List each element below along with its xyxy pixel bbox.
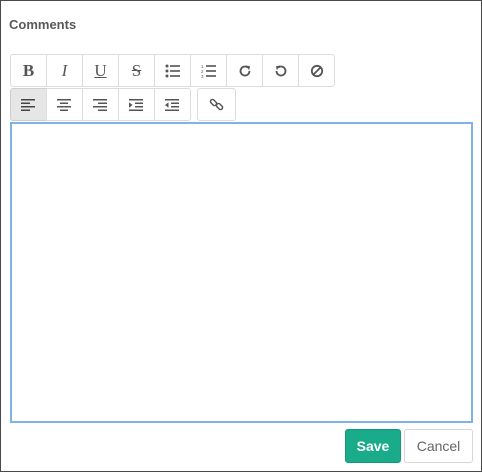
align-center-icon xyxy=(57,98,71,111)
outdent-button[interactable] xyxy=(154,88,191,121)
italic-icon: I xyxy=(61,61,68,80)
bullet-list-icon xyxy=(165,64,180,77)
outdent-icon xyxy=(165,98,179,111)
comment-editor[interactable] xyxy=(10,122,473,423)
numbered-list-icon: 1 2 3 xyxy=(201,64,216,78)
strikethrough-icon: S xyxy=(131,61,142,80)
redo-button[interactable] xyxy=(226,54,263,87)
undo-icon xyxy=(275,65,286,76)
save-button[interactable]: Save xyxy=(345,429,401,463)
bullet-list-button[interactable] xyxy=(154,54,191,87)
clear-format-button[interactable] xyxy=(298,54,335,87)
alignment-toolbar xyxy=(10,88,236,121)
link-icon xyxy=(209,98,224,111)
indent-button[interactable] xyxy=(118,88,155,121)
cancel-button[interactable]: Cancel xyxy=(404,429,473,463)
comments-panel: Comments B I U S 1 2 3 Save Cancel xyxy=(0,0,482,472)
numbered-list-button[interactable]: 1 2 3 xyxy=(190,54,227,87)
link-button[interactable] xyxy=(197,88,236,121)
align-center-button[interactable] xyxy=(46,88,83,121)
bold-icon: B xyxy=(22,61,35,80)
italic-button[interactable]: I xyxy=(46,54,83,87)
align-left-icon xyxy=(21,98,35,111)
indent-icon xyxy=(129,98,143,111)
redo-icon xyxy=(239,65,250,76)
clear-format-icon xyxy=(310,64,323,77)
undo-button[interactable] xyxy=(262,54,299,87)
underline-button[interactable]: U xyxy=(82,54,119,87)
svg-text:3: 3 xyxy=(201,74,204,78)
formatting-toolbar: B I U S 1 2 3 xyxy=(10,54,335,87)
bold-button[interactable]: B xyxy=(10,54,47,87)
panel-title: Comments xyxy=(9,17,77,32)
strikethrough-button[interactable]: S xyxy=(118,54,155,87)
align-right-button[interactable] xyxy=(82,88,119,121)
align-left-button[interactable] xyxy=(10,88,47,121)
align-right-icon xyxy=(93,98,107,111)
underline-icon: U xyxy=(94,61,107,80)
